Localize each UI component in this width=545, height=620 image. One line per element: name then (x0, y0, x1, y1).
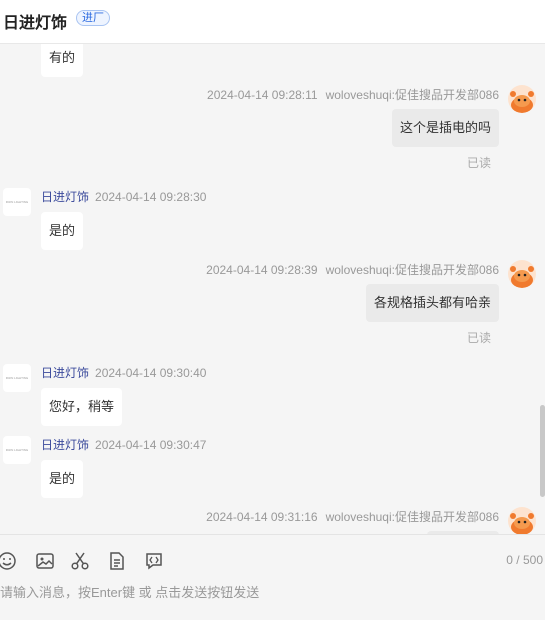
message-meta: 2024-04-14 09:31:16 woloveshuqi:促佳搜品开发部08… (206, 508, 499, 525)
cartoon-avatar-icon (508, 260, 536, 288)
message-meta: 2024-04-14 09:28:39 woloveshuqi:促佳搜品开发部08… (206, 261, 499, 278)
user-avatar[interactable] (508, 260, 536, 288)
emoji-button[interactable] (0, 551, 17, 571)
sender-name: 日进灯饰 (41, 366, 90, 380)
message-bubble: 是的 (41, 212, 84, 250)
message-meta: 2024-04-14 09:28:11 woloveshuqi:促佳搜品开发部08… (207, 86, 499, 103)
quick-reply-icon (146, 553, 162, 570)
sender-name: woloveshuqi:促佳搜品开发部086 (325, 263, 499, 277)
message-bubble: 这个是插电的吗 (391, 109, 499, 147)
user-avatar[interactable] (508, 85, 536, 113)
scissors-icon (71, 552, 89, 570)
message-input[interactable] (0, 581, 500, 603)
shop-avatar[interactable]: RIJIN LIGHTING (3, 364, 31, 392)
cartoon-avatar-icon (508, 507, 536, 534)
image-icon (36, 553, 54, 569)
screenshot-button[interactable] (70, 551, 90, 571)
shop-logo-text: RIJIN LIGHTING (5, 376, 29, 380)
message-time: 2024-04-14 09:30:47 (95, 438, 207, 452)
shop-avatar[interactable]: RIJIN LIGHTING (3, 436, 31, 464)
emoji-icon (0, 552, 16, 570)
char-counter: 0 / 500 (506, 553, 543, 567)
message-list[interactable]: 有的 2024-04-14 09:28:11 woloveshuqi:促佳搜品开发… (0, 44, 545, 534)
cartoon-avatar-icon (508, 85, 536, 113)
message-meta: 日进灯饰 2024-04-14 09:30:40 (41, 364, 206, 381)
message-time: 2024-04-14 09:31:16 (206, 510, 318, 524)
document-icon (110, 552, 124, 570)
quick-reply-button[interactable] (144, 551, 164, 571)
shop-logo-text: RIJIN LIGHTING (5, 448, 29, 452)
factory-badge[interactable]: 进厂 (76, 10, 110, 26)
shop-logo-text: RIJIN LIGHTING (5, 200, 29, 204)
sender-name: 日进灯饰 (41, 190, 90, 204)
chat-title: 日进灯饰 (3, 13, 68, 32)
shop-avatar[interactable]: RIJIN LIGHTING (3, 188, 31, 216)
user-avatar[interactable] (508, 507, 536, 534)
message-bubble: 有的 (41, 44, 84, 77)
read-status: 已读 (466, 331, 491, 345)
sender-name: woloveshuqi:促佳搜品开发部086 (325, 88, 499, 102)
scrollbar-thumb[interactable] (540, 405, 545, 497)
message-bubble: 您好，稍等 (41, 388, 123, 426)
message-bubble: 各规格插头都有哈亲 (365, 284, 499, 322)
message-meta: 日进灯饰 2024-04-14 09:28:30 (41, 188, 206, 205)
sender-name: 日进灯饰 (41, 438, 90, 452)
message-time: 2024-04-14 09:30:40 (95, 366, 207, 380)
message-meta: 日进灯饰 2024-04-14 09:30:47 (41, 436, 206, 453)
message-time: 2024-04-14 09:28:39 (206, 263, 318, 277)
image-button[interactable] (35, 551, 55, 571)
order-button[interactable] (107, 551, 127, 571)
message-composer: 0 / 500 (0, 534, 545, 620)
message-time: 2024-04-14 09:28:30 (95, 190, 207, 204)
message-time: 2024-04-14 09:28:11 (207, 88, 318, 102)
message-bubble: 是的 (41, 460, 84, 498)
sender-name: woloveshuqi:促佳搜品开发部086 (325, 510, 499, 524)
read-status: 已读 (466, 156, 491, 170)
chat-header: 日进灯饰 进厂 (0, 0, 545, 44)
